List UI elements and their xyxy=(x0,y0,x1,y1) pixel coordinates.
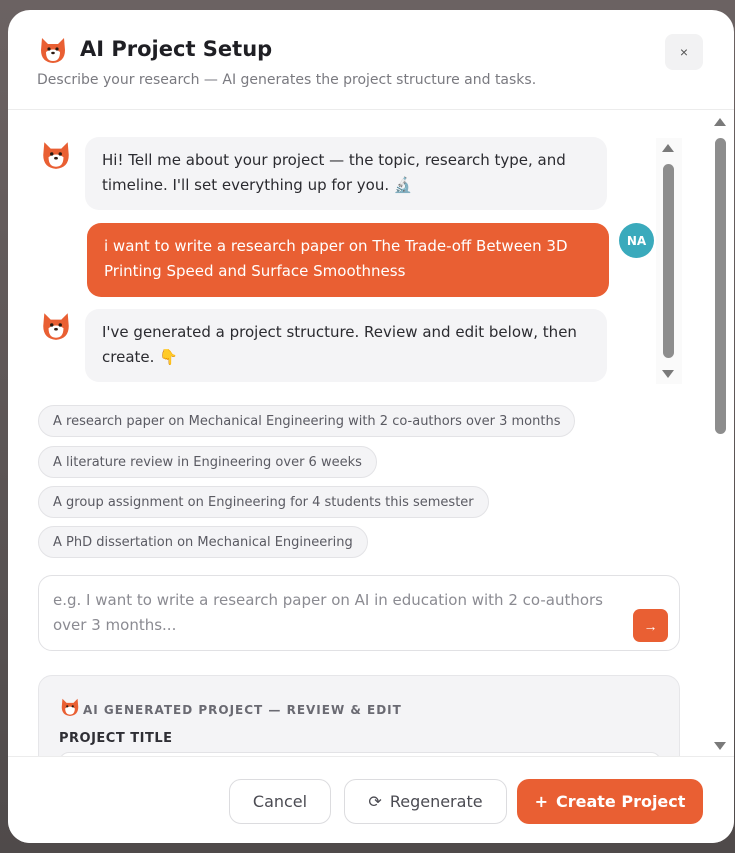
dialog-title: AI Project Setup xyxy=(80,37,273,61)
bot-avatar-icon xyxy=(43,142,69,169)
plus-icon: + xyxy=(534,792,548,811)
bot-avatar-icon xyxy=(43,313,69,340)
dialog-scrollbar[interactable] xyxy=(708,114,734,754)
fox-logo-icon xyxy=(41,38,65,63)
prompt-input-container: → xyxy=(38,575,680,651)
generated-section-header: AI GENERATED PROJECT — REVIEW & EDIT xyxy=(83,703,402,717)
cancel-label: Cancel xyxy=(252,792,308,811)
fox-logo-icon xyxy=(61,698,79,716)
suggestion-chip[interactable]: A literature review in Engineering over … xyxy=(38,446,377,478)
close-icon: × xyxy=(679,44,689,60)
create-project-label: Create Project xyxy=(555,792,686,811)
scroll-down-arrow-icon[interactable] xyxy=(662,370,674,378)
suggestion-chip[interactable]: A research paper on Mechanical Engineeri… xyxy=(38,405,576,437)
suggestion-chip[interactable]: A PhD dissertation on Mechanical Enginee… xyxy=(38,526,368,558)
create-project-button[interactable]: + Create Project xyxy=(517,779,703,824)
user-message: i want to write a research paper on The … xyxy=(87,223,609,297)
scroll-up-arrow-icon[interactable] xyxy=(714,118,726,126)
project-title-label: PROJECT TITLE xyxy=(59,731,173,746)
user-avatar: NA xyxy=(619,223,654,258)
dialog-header: AI Project Setup Describe your research … xyxy=(8,10,734,110)
dialog-footer: Cancel ⟳ Regenerate + Create Project xyxy=(8,756,734,843)
chat-scrollbar[interactable] xyxy=(656,138,682,384)
send-button[interactable]: → xyxy=(633,609,668,642)
regenerate-label: Regenerate xyxy=(389,792,483,811)
close-button[interactable]: × xyxy=(665,34,703,70)
bot-message: I've generated a project structure. Revi… xyxy=(85,309,607,382)
scroll-thumb[interactable] xyxy=(715,138,726,434)
chat-scroll-thumb[interactable] xyxy=(663,164,674,358)
scroll-up-arrow-icon[interactable] xyxy=(662,144,674,152)
suggestion-chip[interactable]: A group assignment on Engineering for 4 … xyxy=(38,486,489,518)
arrow-right-icon: → xyxy=(643,617,658,634)
refresh-icon: ⟳ xyxy=(368,792,382,811)
dialog-subtitle: Describe your research — AI generates th… xyxy=(37,72,537,88)
scroll-down-arrow-icon[interactable] xyxy=(714,742,726,750)
regenerate-button[interactable]: ⟳ Regenerate xyxy=(344,779,507,824)
bot-message: Hi! Tell me about your project — the top… xyxy=(85,137,607,210)
cancel-button[interactable]: Cancel xyxy=(229,779,331,824)
prompt-input[interactable] xyxy=(53,588,613,642)
ai-project-setup-dialog: AI Project Setup Describe your research … xyxy=(8,10,734,843)
